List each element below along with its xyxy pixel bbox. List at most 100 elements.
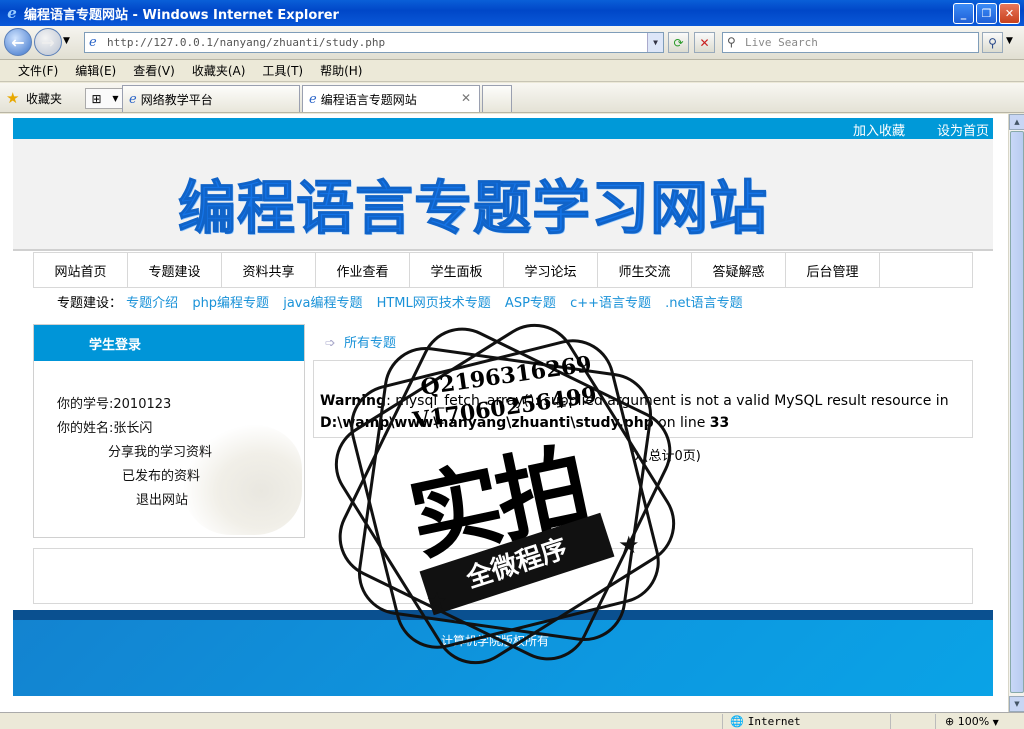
warning-on-line: on line xyxy=(653,415,710,431)
main-nav: 网站首页 专题建设 资料共享 作业查看 学生面板 学习论坛 师生交流 答疑解惑 … xyxy=(33,252,973,288)
tab-page-icon: e xyxy=(129,91,137,107)
tab-label: 网络教学平台 xyxy=(140,92,213,107)
menu-bar: 文件(F) 编辑(E) 查看(V) 收藏夹(A) 工具(T) 帮助(H) xyxy=(0,60,1024,82)
nav-resource-share[interactable]: 资料共享 xyxy=(222,253,316,287)
zoom-control[interactable]: ⊕ 100% ▼ xyxy=(945,715,999,728)
address-url: http://127.0.0.1/nanyang/zhuanti/study.p… xyxy=(107,36,386,49)
minimize-button[interactable]: _ xyxy=(953,3,974,24)
subnav: 专题建设： 专题介绍 php编程专题 java编程专题 HTML网页技术专题 A… xyxy=(57,292,753,311)
search-input[interactable]: ⚲ Live Search xyxy=(722,32,979,53)
student-id: 你的学号:2010123 xyxy=(57,397,172,412)
search-options-icon[interactable]: ▼ xyxy=(1006,36,1013,46)
menu-view[interactable]: 查看(V) xyxy=(133,62,175,79)
globe-icon: 🌐 xyxy=(730,715,744,728)
status-divider xyxy=(890,714,891,729)
new-tab-button[interactable] xyxy=(482,85,512,112)
window-controls: _ ❐ ✕ xyxy=(953,3,1020,24)
nav-forum[interactable]: 学习论坛 xyxy=(504,253,598,287)
warning-label: Warning xyxy=(320,393,387,409)
tab-page-icon: e xyxy=(309,91,317,107)
close-button[interactable]: ✕ xyxy=(999,3,1020,24)
menu-tools[interactable]: 工具(T) xyxy=(262,62,303,79)
warning-path: D:\wamp\www\nanyang\zhuanti\study.php xyxy=(320,415,654,431)
favorites-star-icon[interactable]: ★ xyxy=(6,89,19,107)
restore-button[interactable]: ❐ xyxy=(976,3,997,24)
subnav-html[interactable]: HTML网页技术专题 xyxy=(377,296,491,311)
search-button[interactable]: ⚲ xyxy=(982,32,1003,53)
tab-close-icon[interactable]: ✕ xyxy=(461,91,471,105)
warning-line: 33 xyxy=(709,415,730,431)
pagination-info: 0 (总计0页) xyxy=(631,449,701,464)
web-viewport: 加入收藏 设为首页 编程语言专题学习网站 网站首页 专题建设 资料共享 作业查看… xyxy=(0,114,1008,712)
site-footer: 计算机学院版权所有 xyxy=(13,610,993,696)
scroll-up-icon[interactable]: ▲ xyxy=(1009,114,1024,130)
tab-label: 编程语言专题网站 xyxy=(320,92,417,107)
menu-favorites[interactable]: 收藏夹(A) xyxy=(192,62,246,79)
subnav-dotnet[interactable]: .net语言专题 xyxy=(665,296,742,311)
address-input[interactable]: e http://127.0.0.1/nanyang/zhuanti/study… xyxy=(84,32,664,53)
nav-teacher-student[interactable]: 师生交流 xyxy=(598,253,692,287)
zoom-icon: ⊕ xyxy=(945,715,955,728)
share-materials-link[interactable]: 分享我的学习资料 xyxy=(108,441,212,460)
menu-edit[interactable]: 编辑(E) xyxy=(75,62,116,79)
top-strip xyxy=(13,118,993,139)
back-button[interactable]: ← xyxy=(4,28,32,56)
logout-link[interactable]: 退出网站 xyxy=(136,489,188,508)
nav-home[interactable]: 网站首页 xyxy=(34,253,128,287)
zoom-level: 100% xyxy=(957,715,990,728)
all-topics-link[interactable]: 所有专题 xyxy=(344,336,396,351)
status-divider xyxy=(935,714,936,729)
subnav-label: 专题建设： xyxy=(57,296,123,311)
address-toolbar: ← → ▼ e http://127.0.0.1/nanyang/zhuanti… xyxy=(0,26,1024,60)
window-titlebar: e 编程语言专题网站 - Windows Internet Explorer _… xyxy=(0,0,1024,26)
zone-label: Internet xyxy=(747,715,801,728)
live-search-icon: ⚲ xyxy=(727,35,736,49)
page-icon: e xyxy=(89,35,97,50)
login-header: 学生登录 xyxy=(34,325,304,361)
subnav-cpp[interactable]: c++语言专题 xyxy=(570,296,651,311)
scroll-down-icon[interactable]: ▼ xyxy=(1009,696,1024,712)
tab-list-dropdown-icon[interactable]: ▼ xyxy=(112,94,118,103)
security-zone: 🌐 Internet xyxy=(730,715,801,728)
search-placeholder: Live Search xyxy=(745,36,818,49)
scroll-thumb[interactable] xyxy=(1010,131,1024,693)
subnav-java[interactable]: java编程专题 xyxy=(283,296,362,311)
published-materials-link[interactable]: 已发布的资料 xyxy=(122,465,200,484)
nav-qa[interactable]: 答疑解惑 xyxy=(692,253,786,287)
add-favorite-link[interactable]: 加入收藏 xyxy=(853,120,905,139)
copyright-text: 计算机学院版权所有 xyxy=(441,634,550,648)
address-dropdown-icon[interactable]: ▼ xyxy=(647,33,663,52)
ie-logo-icon: e xyxy=(7,4,17,22)
student-name: 你的姓名:张长闪 xyxy=(57,421,153,436)
set-homepage-link[interactable]: 设为首页 xyxy=(937,120,989,139)
stop-button[interactable]: ✕ xyxy=(694,32,715,53)
refresh-button[interactable]: ⟳ xyxy=(668,32,689,53)
nav-admin[interactable]: 后台管理 xyxy=(786,253,880,287)
forward-button[interactable]: → xyxy=(34,28,62,56)
php-warning: Warning: mysql_fetch_array(): supplied a… xyxy=(313,360,973,438)
nav-homework[interactable]: 作业查看 xyxy=(316,253,410,287)
favorites-label[interactable]: 收藏夹 xyxy=(26,90,62,107)
vertical-scrollbar[interactable]: ▲ ▼ xyxy=(1008,114,1024,712)
banner-title: 编程语言专题学习网站 xyxy=(177,174,769,243)
nav-student-panel[interactable]: 学生面板 xyxy=(410,253,504,287)
window-title: 编程语言专题网站 - Windows Internet Explorer xyxy=(24,7,339,23)
history-dropdown-icon[interactable]: ▼ xyxy=(63,36,70,46)
nav-topic-build[interactable]: 专题建设 xyxy=(128,253,222,287)
menu-help[interactable]: 帮助(H) xyxy=(320,62,362,79)
zoom-dropdown-icon[interactable]: ▼ xyxy=(993,718,999,727)
quick-tabs-icon: ⊞ xyxy=(91,91,102,106)
tab-language-site[interactable]: e 编程语言专题网站 ✕ xyxy=(302,85,480,112)
menu-file[interactable]: 文件(F) xyxy=(18,62,58,79)
warning-message: : mysql_fetch_array(): supplied argument… xyxy=(386,393,949,409)
arrow-right-icon: ➩ xyxy=(325,336,336,351)
subnav-intro[interactable]: 专题介绍 xyxy=(126,296,178,311)
tab-bar: ★ 收藏夹 ⊞ ▼ e 网络教学平台 e 编程语言专题网站 ✕ xyxy=(0,83,1024,113)
subnav-asp[interactable]: ASP专题 xyxy=(505,296,556,311)
quick-tabs-button[interactable]: ⊞ ▼ xyxy=(85,88,125,109)
status-bar: 🌐 Internet ⊕ 100% ▼ xyxy=(0,712,1024,729)
empty-panel xyxy=(33,548,973,604)
subnav-php[interactable]: php编程专题 xyxy=(192,296,269,311)
page-content: 加入收藏 设为首页 编程语言专题学习网站 网站首页 专题建设 资料共享 作业查看… xyxy=(13,114,993,712)
tab-teaching-platform[interactable]: e 网络教学平台 xyxy=(122,85,300,112)
